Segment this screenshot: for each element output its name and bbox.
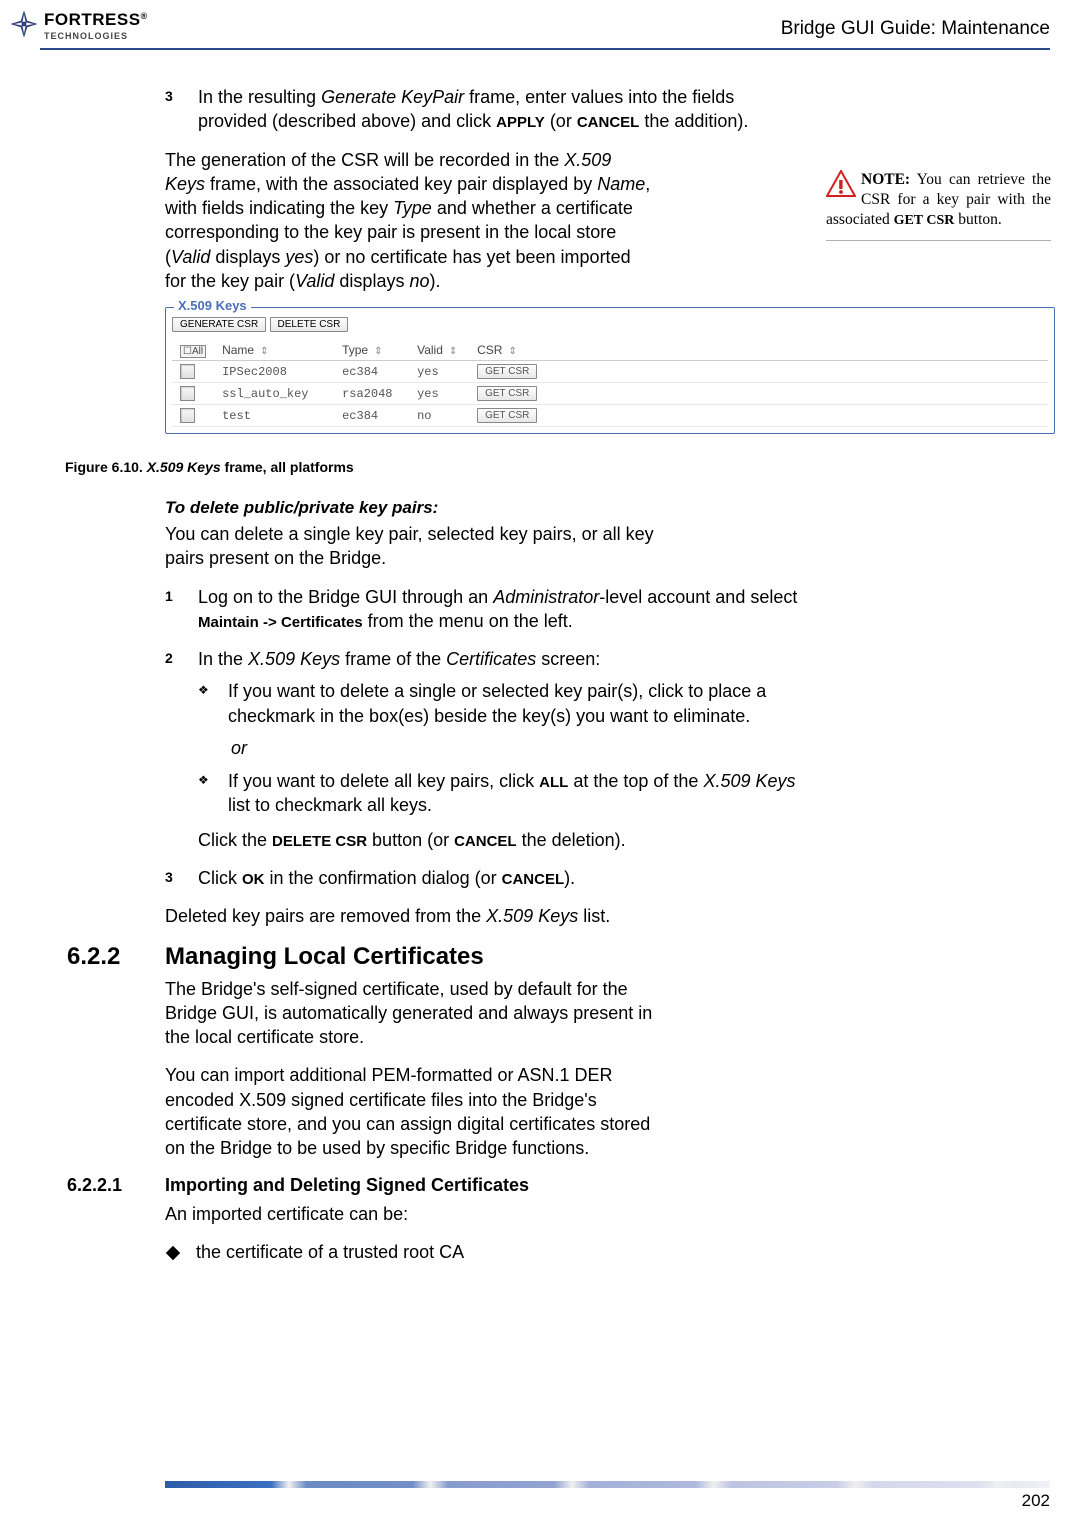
figure-caption: Figure 6.10. X.509 Keys frame, all platf… xyxy=(65,459,354,475)
paragraph-csr-record: The generation of the CSR will be record… xyxy=(165,148,655,294)
cell-name: IPSec2008 xyxy=(214,361,334,383)
bullet-icon: ❖ xyxy=(198,769,228,818)
row-checkbox[interactable] xyxy=(180,408,195,423)
cell-valid: yes xyxy=(409,361,469,383)
step-number: 2 xyxy=(165,647,198,671)
bullet-icon: ❖ xyxy=(198,679,228,728)
cell-type: ec384 xyxy=(334,405,409,427)
table-row: ssl_auto_key rsa2048 yes GET CSR xyxy=(172,383,1048,405)
get-csr-button[interactable]: GET CSR xyxy=(477,408,537,423)
page-number: 202 xyxy=(1022,1491,1050,1511)
fieldset-legend: X.509 Keys xyxy=(174,298,251,313)
diamond-bullet-icon xyxy=(166,1246,180,1260)
delete-keypairs-heading: To delete public/private key pairs: xyxy=(165,498,805,518)
fortress-logo-icon xyxy=(8,8,40,45)
x509-keys-figure: X.509 Keys GENERATE CSR DELETE CSR ☐All … xyxy=(165,307,1055,434)
delete-step-2: 2 In the X.509 Keys frame of the Certifi… xyxy=(165,647,805,671)
column-valid-header[interactable]: Valid xyxy=(417,343,443,357)
or-separator: or xyxy=(231,738,805,759)
x509-keys-table: ☐All Name⇕ Type⇕ Valid⇕ CSR⇕ IPSec2008 e… xyxy=(172,340,1048,427)
cell-name: ssl_auto_key xyxy=(214,383,334,405)
delete-csr-button[interactable]: DELETE CSR xyxy=(270,317,349,332)
sec6221-para1: An imported certificate can be: xyxy=(165,1202,805,1226)
cell-type: ec384 xyxy=(334,361,409,383)
table-row: test ec384 no GET CSR xyxy=(172,405,1048,427)
header-rule xyxy=(40,48,1050,50)
cell-valid: no xyxy=(409,405,469,427)
get-csr-button[interactable]: GET CSR xyxy=(477,386,537,401)
footer-gradient-bar xyxy=(165,1481,1050,1488)
section-number: 6.2.2 xyxy=(67,943,120,971)
page-header-title: Bridge GUI Guide: Maintenance xyxy=(781,18,1050,40)
select-all-checkbox[interactable]: ☐All xyxy=(180,345,206,358)
sub-bullet-2: ❖ If you want to delete all key pairs, c… xyxy=(198,769,805,818)
delete-final-para: Deleted key pairs are removed from the X… xyxy=(165,904,805,928)
row-checkbox[interactable] xyxy=(180,386,195,401)
delete-step-3: 3 Click OK in the confirmation dialog (o… xyxy=(165,866,805,890)
subsection-number: 6.2.2.1 xyxy=(67,1175,122,1196)
column-name-header[interactable]: Name xyxy=(222,343,254,357)
click-delete-para: Click the DELETE CSR button (or CANCEL t… xyxy=(198,828,805,852)
step-text: In the resulting Generate KeyPair frame,… xyxy=(198,85,805,134)
section-6-2-2-heading: 6.2.2 Managing Local Certificates xyxy=(165,943,805,971)
x509-keys-fieldset: X.509 Keys GENERATE CSR DELETE CSR ☐All … xyxy=(165,307,1055,434)
cell-name: test xyxy=(214,405,334,427)
logo-text: FORTRESS® TECHNOLOGIES xyxy=(44,12,148,41)
step-text: In the X.509 Keys frame of the Certifica… xyxy=(198,647,805,671)
sec6221-bullet-1: the certificate of a trusted root CA xyxy=(165,1240,805,1264)
generate-csr-button[interactable]: GENERATE CSR xyxy=(172,317,266,332)
cell-type: rsa2048 xyxy=(334,383,409,405)
step-number: 3 xyxy=(165,85,198,134)
table-row: IPSec2008 ec384 yes GET CSR xyxy=(172,361,1048,383)
note-callout: NOTE: You can re­trieve the CSR for a ke… xyxy=(826,170,1051,241)
step-number: 1 xyxy=(165,585,198,634)
delete-step-1: 1 Log on to the Bridge GUI through an Ad… xyxy=(165,585,805,634)
step-3: 3 In the resulting Generate KeyPair fram… xyxy=(165,85,805,134)
sec622-para1: The Bridge's self-signed certificate, us… xyxy=(165,977,655,1050)
get-csr-button[interactable]: GET CSR xyxy=(477,364,537,379)
sub-bullet-1: ❖ If you want to delete a single or sele… xyxy=(198,679,805,728)
section-6-2-2-1-heading: 6.2.2.1 Importing and Deleting Signed Ce… xyxy=(165,1175,805,1196)
column-type-header[interactable]: Type xyxy=(342,343,368,357)
brand-logo: FORTRESS® TECHNOLOGIES xyxy=(8,8,148,45)
delete-intro-para: You can delete a single key pair, select… xyxy=(165,522,655,571)
step-number: 3 xyxy=(165,866,198,890)
column-csr-header[interactable]: CSR xyxy=(477,343,502,357)
row-checkbox[interactable] xyxy=(180,364,195,379)
cell-valid: yes xyxy=(409,383,469,405)
step-text: Log on to the Bridge GUI through an Admi… xyxy=(198,585,805,634)
warning-info-icon xyxy=(826,170,856,203)
step-text: Click OK in the confirmation dialog (or … xyxy=(198,866,805,890)
sec622-para2: You can import additional PEM-formatted … xyxy=(165,1063,655,1160)
